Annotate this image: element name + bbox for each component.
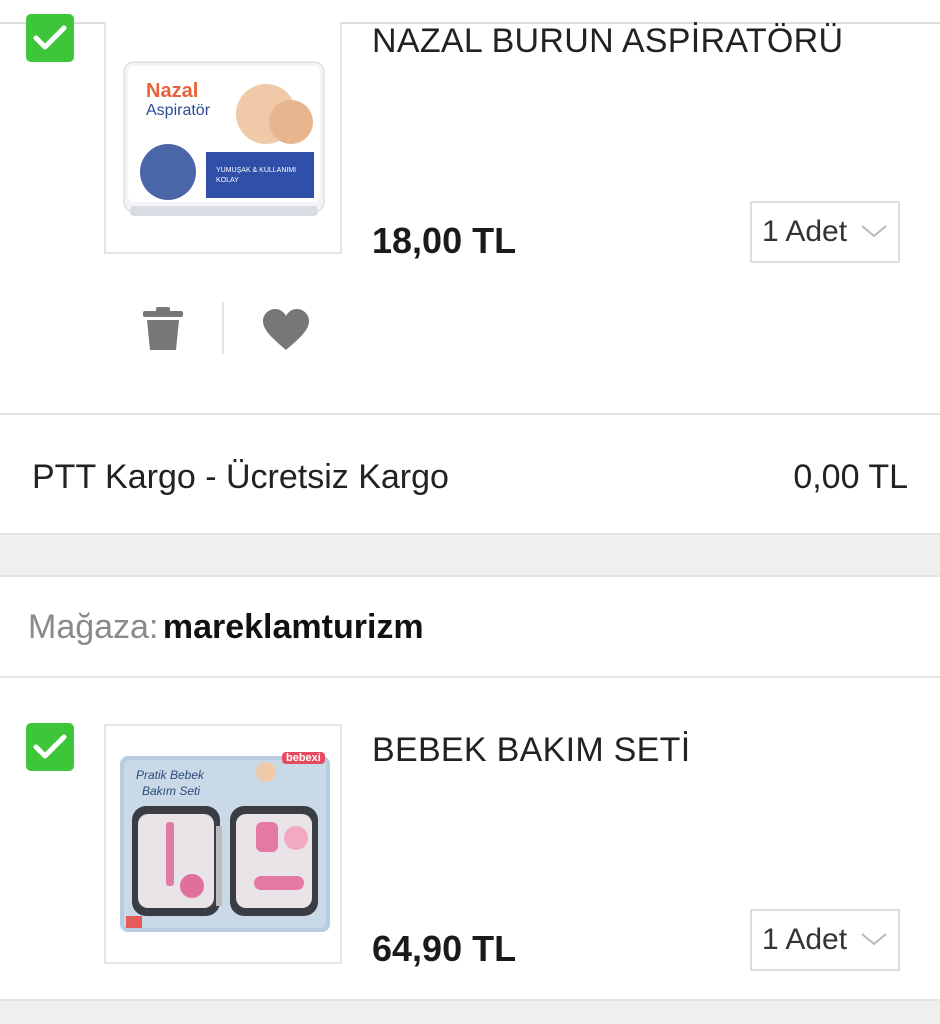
store-name[interactable]: mareklamturizm [163,608,424,646]
action-divider [222,302,224,354]
divider [0,676,940,678]
section-separator [0,1001,940,1024]
product-price: 18,00 TL [372,220,517,261]
store-prefix: Mağaza: [28,608,159,646]
product-price: 64,90 TL [372,928,517,969]
image-brand-text: Nazal [146,80,199,102]
image-product-text: Aspiratör [146,102,211,119]
product-title[interactable]: NAZAL BURUN ASPİRATÖRÜ [372,22,843,61]
trash-icon [143,307,183,350]
check-icon [33,734,67,759]
section-separator [0,533,940,577]
check-icon [33,25,67,50]
divider [0,413,940,415]
item-checkbox[interactable] [26,723,74,771]
chevron-down-icon [861,225,887,238]
favorite-button[interactable] [262,308,310,352]
product-image[interactable]: Nazal Aspiratör YUMUŞAK & KULLANIMI KOLA… [104,22,342,254]
store-row: Mağaza: mareklamturizm [28,608,424,647]
image-badge-text: YUMUŞAK & KULLANIMI KOLAY [216,167,297,184]
quantity-value: 1 Adet [762,923,848,956]
image-brand-text: bebexi [282,752,325,764]
heart-icon [263,309,309,350]
top-divider [0,0,940,24]
image-text-line2: Bakım Seti [142,784,201,798]
chevron-down-icon [861,933,887,946]
item-checkbox[interactable] [26,14,74,62]
nasal-aspirator-image [123,61,325,216]
quantity-select[interactable]: 1 Adet [750,201,900,263]
delete-button[interactable] [140,306,186,352]
quantity-value: 1 Adet [762,215,848,248]
shipping-cost: 0,00 TL [793,458,908,496]
product-image[interactable]: Pratik Bebek Bakım Seti bebexi [104,724,342,964]
quantity-select[interactable]: 1 Adet [750,909,900,971]
product-title[interactable]: BEBEK BAKIM SETİ [372,731,690,770]
shipping-label: PTT Kargo - Ücretsiz Kargo [32,458,449,496]
image-text-line1: Pratik Bebek [136,768,205,782]
